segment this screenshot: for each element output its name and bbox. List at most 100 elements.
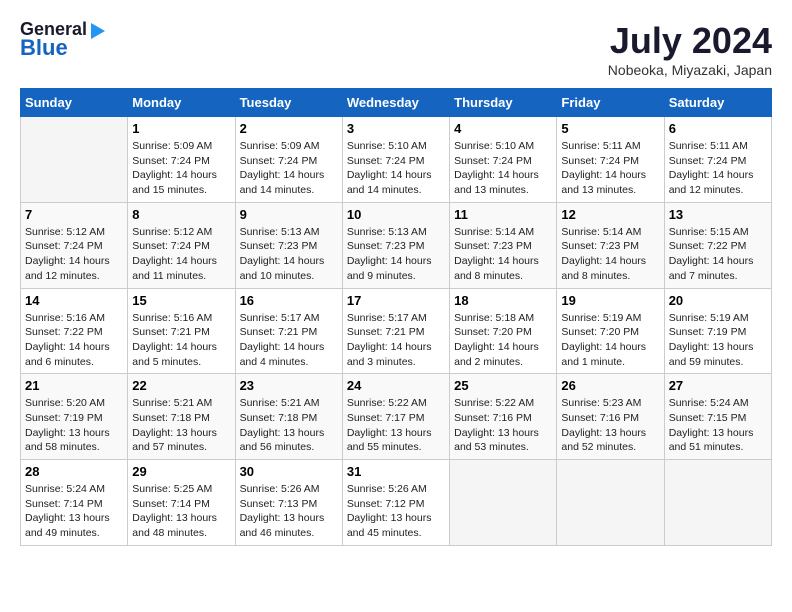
day-info: Sunrise: 5:16 AMSunset: 7:22 PMDaylight:… xyxy=(25,311,123,370)
day-number: 6 xyxy=(669,121,767,136)
day-info: Sunrise: 5:24 AMSunset: 7:14 PMDaylight:… xyxy=(25,482,123,541)
day-info: Sunrise: 5:21 AMSunset: 7:18 PMDaylight:… xyxy=(240,396,338,455)
day-cell: 31 Sunrise: 5:26 AMSunset: 7:12 PMDayligh… xyxy=(342,460,449,546)
day-info: Sunrise: 5:13 AMSunset: 7:23 PMDaylight:… xyxy=(347,225,445,284)
day-number: 1 xyxy=(132,121,230,136)
calendar-table: SundayMondayTuesdayWednesdayThursdayFrid… xyxy=(20,88,772,546)
day-info: Sunrise: 5:19 AMSunset: 7:19 PMDaylight:… xyxy=(669,311,767,370)
day-info: Sunrise: 5:16 AMSunset: 7:21 PMDaylight:… xyxy=(132,311,230,370)
day-number: 27 xyxy=(669,378,767,393)
day-info: Sunrise: 5:17 AMSunset: 7:21 PMDaylight:… xyxy=(240,311,338,370)
day-number: 19 xyxy=(561,293,659,308)
day-number: 2 xyxy=(240,121,338,136)
day-info: Sunrise: 5:22 AMSunset: 7:17 PMDaylight:… xyxy=(347,396,445,455)
day-number: 11 xyxy=(454,207,552,222)
week-row-3: 14 Sunrise: 5:16 AMSunset: 7:22 PMDayligh… xyxy=(21,288,772,374)
day-cell: 27Sunrise: 5:24 AMSunset: 7:15 PMDayligh… xyxy=(664,374,771,460)
day-number: 4 xyxy=(454,121,552,136)
day-cell: 11 Sunrise: 5:14 AMSunset: 7:23 PMDayligh… xyxy=(450,202,557,288)
day-number: 24 xyxy=(347,378,445,393)
day-number: 28 xyxy=(25,464,123,479)
day-info: Sunrise: 5:26 AMSunset: 7:12 PMDaylight:… xyxy=(347,482,445,541)
day-cell: 4 Sunrise: 5:10 AMSunset: 7:24 PMDaylight… xyxy=(450,117,557,203)
title-block: July 2024 Nobeoka, Miyazaki, Japan xyxy=(608,20,772,78)
day-number: 29 xyxy=(132,464,230,479)
day-cell: 3 Sunrise: 5:10 AMSunset: 7:24 PMDaylight… xyxy=(342,117,449,203)
col-header-sunday: Sunday xyxy=(21,89,128,117)
day-number: 14 xyxy=(25,293,123,308)
week-row-1: 1 Sunrise: 5:09 AMSunset: 7:24 PMDaylight… xyxy=(21,117,772,203)
day-info: Sunrise: 5:09 AMSunset: 7:24 PMDaylight:… xyxy=(132,139,230,198)
day-number: 26 xyxy=(561,378,659,393)
day-number: 17 xyxy=(347,293,445,308)
day-cell: 23 Sunrise: 5:21 AMSunset: 7:18 PMDayligh… xyxy=(235,374,342,460)
day-cell: 26 Sunrise: 5:23 AMSunset: 7:16 PMDayligh… xyxy=(557,374,664,460)
day-number: 10 xyxy=(347,207,445,222)
week-row-4: 21 Sunrise: 5:20 AMSunset: 7:19 PMDayligh… xyxy=(21,374,772,460)
day-number: 3 xyxy=(347,121,445,136)
day-number: 16 xyxy=(240,293,338,308)
day-info: Sunrise: 5:23 AMSunset: 7:16 PMDaylight:… xyxy=(561,396,659,455)
day-cell: 9 Sunrise: 5:13 AMSunset: 7:23 PMDaylight… xyxy=(235,202,342,288)
day-info: Sunrise: 5:12 AMSunset: 7:24 PMDaylight:… xyxy=(25,225,123,284)
day-info: Sunrise: 5:26 AMSunset: 7:13 PMDaylight:… xyxy=(240,482,338,541)
col-header-thursday: Thursday xyxy=(450,89,557,117)
day-cell: 5 Sunrise: 5:11 AMSunset: 7:24 PMDaylight… xyxy=(557,117,664,203)
day-info: Sunrise: 5:22 AMSunset: 7:16 PMDaylight:… xyxy=(454,396,552,455)
day-cell: 25 Sunrise: 5:22 AMSunset: 7:16 PMDayligh… xyxy=(450,374,557,460)
day-number: 8 xyxy=(132,207,230,222)
day-info: Sunrise: 5:20 AMSunset: 7:19 PMDaylight:… xyxy=(25,396,123,455)
day-cell: 18Sunrise: 5:18 AMSunset: 7:20 PMDayligh… xyxy=(450,288,557,374)
day-cell: 12Sunrise: 5:14 AMSunset: 7:23 PMDayligh… xyxy=(557,202,664,288)
calendar-body: 1 Sunrise: 5:09 AMSunset: 7:24 PMDaylight… xyxy=(21,117,772,546)
day-info: Sunrise: 5:09 AMSunset: 7:24 PMDaylight:… xyxy=(240,139,338,198)
day-number: 30 xyxy=(240,464,338,479)
day-number: 25 xyxy=(454,378,552,393)
day-cell: 1 Sunrise: 5:09 AMSunset: 7:24 PMDaylight… xyxy=(128,117,235,203)
day-cell xyxy=(450,460,557,546)
col-header-saturday: Saturday xyxy=(664,89,771,117)
month-title: July 2024 xyxy=(608,20,772,62)
day-info: Sunrise: 5:12 AMSunset: 7:24 PMDaylight:… xyxy=(132,225,230,284)
day-number: 23 xyxy=(240,378,338,393)
day-info: Sunrise: 5:18 AMSunset: 7:20 PMDaylight:… xyxy=(454,311,552,370)
day-info: Sunrise: 5:14 AMSunset: 7:23 PMDaylight:… xyxy=(454,225,552,284)
day-number: 21 xyxy=(25,378,123,393)
day-number: 20 xyxy=(669,293,767,308)
logo-text-blue: Blue xyxy=(20,36,68,60)
day-cell: 30 Sunrise: 5:26 AMSunset: 7:13 PMDayligh… xyxy=(235,460,342,546)
day-cell: 8 Sunrise: 5:12 AMSunset: 7:24 PMDaylight… xyxy=(128,202,235,288)
day-cell: 28 Sunrise: 5:24 AMSunset: 7:14 PMDayligh… xyxy=(21,460,128,546)
day-number: 5 xyxy=(561,121,659,136)
day-info: Sunrise: 5:15 AMSunset: 7:22 PMDaylight:… xyxy=(669,225,767,284)
day-cell: 6 Sunrise: 5:11 AMSunset: 7:24 PMDaylight… xyxy=(664,117,771,203)
day-info: Sunrise: 5:25 AMSunset: 7:14 PMDaylight:… xyxy=(132,482,230,541)
day-cell xyxy=(664,460,771,546)
day-number: 31 xyxy=(347,464,445,479)
day-info: Sunrise: 5:10 AMSunset: 7:24 PMDaylight:… xyxy=(454,139,552,198)
day-number: 22 xyxy=(132,378,230,393)
location: Nobeoka, Miyazaki, Japan xyxy=(608,62,772,78)
week-row-5: 28 Sunrise: 5:24 AMSunset: 7:14 PMDayligh… xyxy=(21,460,772,546)
day-cell xyxy=(557,460,664,546)
day-info: Sunrise: 5:11 AMSunset: 7:24 PMDaylight:… xyxy=(561,139,659,198)
col-header-tuesday: Tuesday xyxy=(235,89,342,117)
col-header-monday: Monday xyxy=(128,89,235,117)
day-cell: 7Sunrise: 5:12 AMSunset: 7:24 PMDaylight… xyxy=(21,202,128,288)
day-info: Sunrise: 5:13 AMSunset: 7:23 PMDaylight:… xyxy=(240,225,338,284)
day-cell: 24 Sunrise: 5:22 AMSunset: 7:17 PMDayligh… xyxy=(342,374,449,460)
col-header-friday: Friday xyxy=(557,89,664,117)
day-number: 9 xyxy=(240,207,338,222)
week-row-2: 7Sunrise: 5:12 AMSunset: 7:24 PMDaylight… xyxy=(21,202,772,288)
day-info: Sunrise: 5:17 AMSunset: 7:21 PMDaylight:… xyxy=(347,311,445,370)
day-info: Sunrise: 5:14 AMSunset: 7:23 PMDaylight:… xyxy=(561,225,659,284)
day-cell: 21 Sunrise: 5:20 AMSunset: 7:19 PMDayligh… xyxy=(21,374,128,460)
day-info: Sunrise: 5:11 AMSunset: 7:24 PMDaylight:… xyxy=(669,139,767,198)
day-cell: 29 Sunrise: 5:25 AMSunset: 7:14 PMDayligh… xyxy=(128,460,235,546)
logo: General Blue xyxy=(20,20,105,60)
day-cell: 20 Sunrise: 5:19 AMSunset: 7:19 PMDayligh… xyxy=(664,288,771,374)
day-cell xyxy=(21,117,128,203)
day-cell: 19Sunrise: 5:19 AMSunset: 7:20 PMDayligh… xyxy=(557,288,664,374)
day-number: 13 xyxy=(669,207,767,222)
day-info: Sunrise: 5:10 AMSunset: 7:24 PMDaylight:… xyxy=(347,139,445,198)
